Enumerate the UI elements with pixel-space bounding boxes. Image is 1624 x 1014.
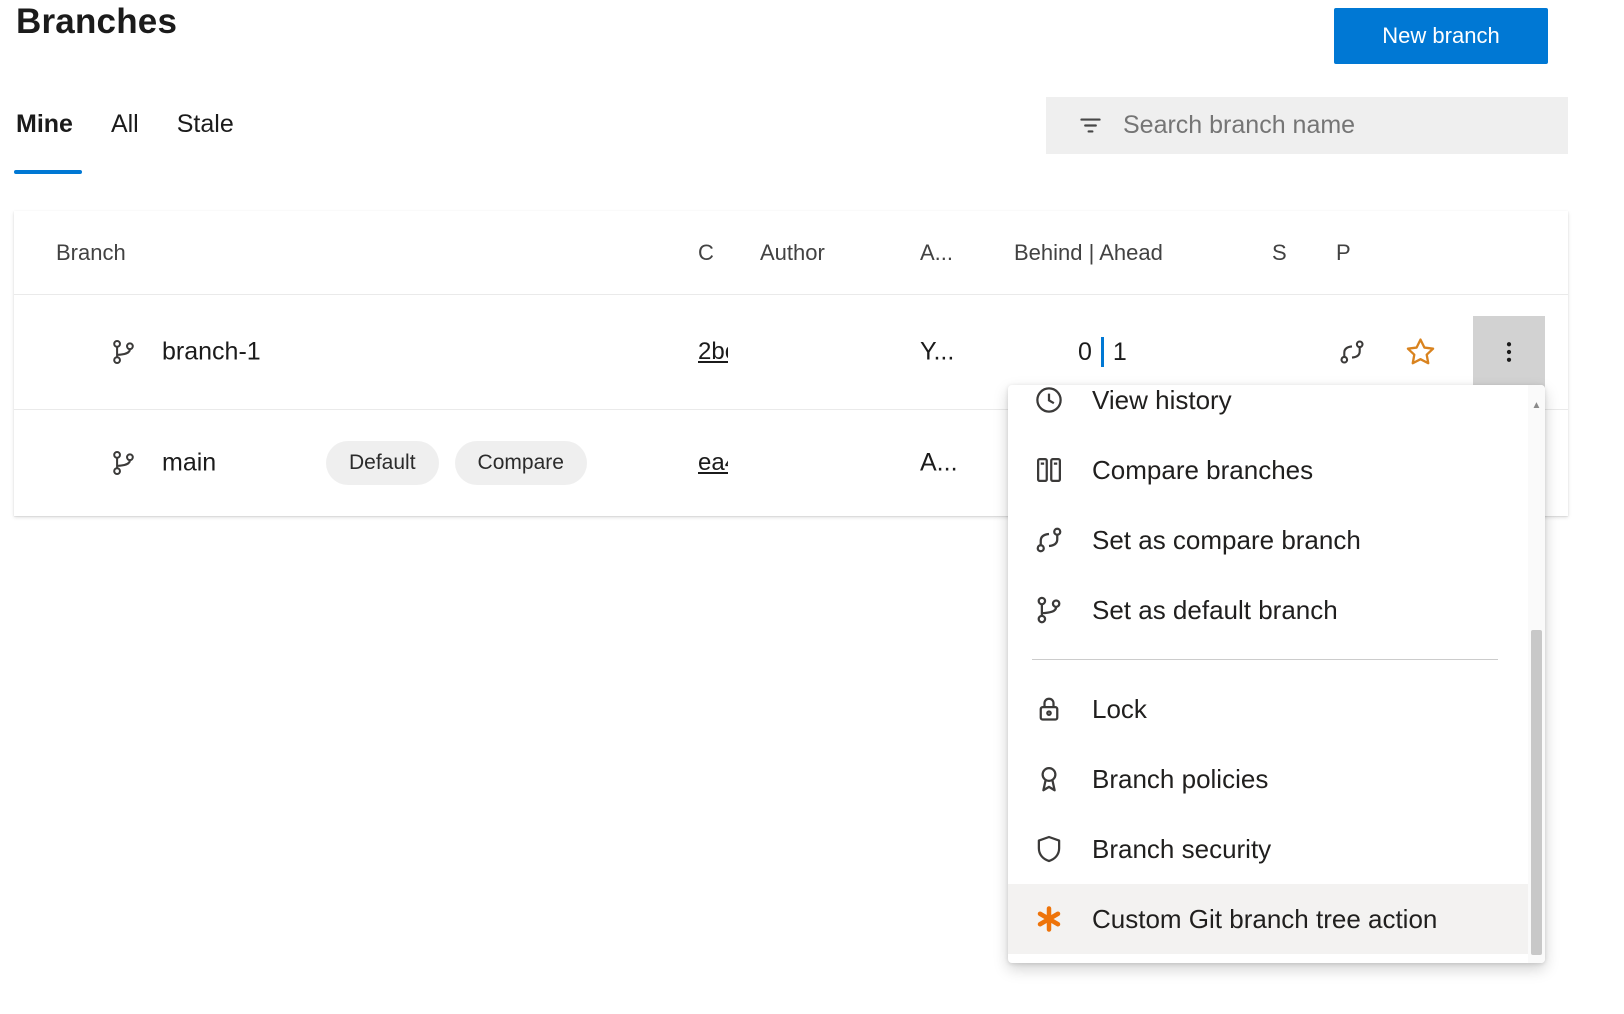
git-branch-icon: [1034, 595, 1064, 625]
menu-divider: [1032, 659, 1498, 660]
active-tab-underline: [14, 170, 82, 174]
scroll-up-arrow-icon[interactable]: ▲: [1528, 401, 1545, 411]
scrollbar-thumb[interactable]: [1531, 630, 1542, 955]
commit-link[interactable]: ea4: [698, 449, 728, 477]
menu-item-custom-git-branch-tree-action[interactable]: Custom Git branch tree action: [1008, 884, 1528, 954]
commit-link[interactable]: 2bc: [698, 338, 728, 366]
default-badge: Default: [326, 441, 439, 485]
branch-search-box[interactable]: [1046, 97, 1568, 154]
tab-bar: Mine All Stale: [16, 110, 234, 139]
git-branch-icon: [110, 339, 137, 366]
author-cell: Y...: [920, 338, 954, 367]
set-compare-branch-icon[interactable]: [1338, 338, 1366, 366]
new-branch-button[interactable]: New branch: [1334, 8, 1548, 64]
behind-ahead-cell: 0 1: [1078, 337, 1127, 367]
menu-item-label: Branch security: [1092, 834, 1271, 865]
filter-icon: [1078, 113, 1103, 138]
column-header-behind-ahead[interactable]: Behind | Ahead: [1014, 240, 1163, 266]
search-input[interactable]: [1123, 111, 1552, 140]
column-header-p[interactable]: P: [1336, 240, 1351, 266]
more-options-button[interactable]: [1473, 316, 1545, 388]
compare-branches-icon: [1034, 455, 1064, 485]
favorite-star-icon[interactable]: [1405, 337, 1436, 368]
menu-item-branch-policies[interactable]: Branch policies: [1008, 744, 1528, 814]
extension-asterisk-icon: [1034, 904, 1064, 934]
menu-item-label: Custom Git branch tree action: [1092, 904, 1437, 935]
context-menu-list: View history Compare branches: [1008, 385, 1528, 954]
menu-item-label: Lock: [1092, 694, 1147, 725]
column-header-authored-date[interactable]: A...: [920, 240, 953, 266]
behind-count: 0: [1078, 338, 1092, 367]
tab-all[interactable]: All: [111, 110, 139, 139]
set-compare-branch-icon: [1034, 525, 1064, 555]
menu-item-label: Compare branches: [1092, 455, 1313, 486]
menu-item-branch-security[interactable]: Branch security: [1008, 814, 1528, 884]
compare-badge: Compare: [455, 441, 587, 485]
menu-item-label: Set as default branch: [1092, 595, 1338, 626]
menu-item-set-compare-branch[interactable]: Set as compare branch: [1008, 505, 1528, 575]
author-cell: A...: [920, 449, 958, 478]
menu-item-label: View history: [1092, 385, 1232, 416]
branch-name-link[interactable]: branch-1: [162, 338, 261, 367]
history-clock-icon: [1034, 385, 1064, 415]
tab-stale[interactable]: Stale: [177, 110, 234, 139]
column-header-s[interactable]: S: [1272, 240, 1287, 266]
branch-name-link[interactable]: main: [162, 449, 216, 478]
menu-item-label: Set as compare branch: [1092, 525, 1361, 556]
menu-item-view-history[interactable]: View history: [1008, 385, 1528, 435]
column-header-branch[interactable]: Branch: [56, 240, 126, 266]
column-header-author[interactable]: Author: [760, 240, 825, 266]
menu-item-lock[interactable]: Lock: [1008, 674, 1528, 744]
behind-ahead-divider: [1101, 337, 1104, 367]
kebab-icon: [1496, 339, 1522, 365]
tab-mine[interactable]: Mine: [16, 110, 73, 139]
branch-context-menu: View history Compare branches: [1008, 385, 1545, 963]
branch-badges: Default Compare: [326, 441, 587, 485]
shield-icon: [1034, 834, 1064, 864]
lock-icon: [1034, 694, 1064, 724]
ahead-count: 1: [1113, 338, 1127, 367]
policy-ribbon-icon: [1034, 764, 1064, 794]
menu-item-compare-branches[interactable]: Compare branches: [1008, 435, 1528, 505]
page-title: Branches: [16, 2, 177, 42]
column-header-commit[interactable]: C: [698, 240, 714, 266]
menu-item-set-default-branch[interactable]: Set as default branch: [1008, 575, 1528, 645]
table-header: Branch C Author A... Behind | Ahead S P: [14, 211, 1568, 295]
git-branch-icon: [110, 450, 137, 477]
menu-item-label: Branch policies: [1092, 764, 1268, 795]
menu-scrollbar[interactable]: ▲: [1528, 385, 1545, 963]
